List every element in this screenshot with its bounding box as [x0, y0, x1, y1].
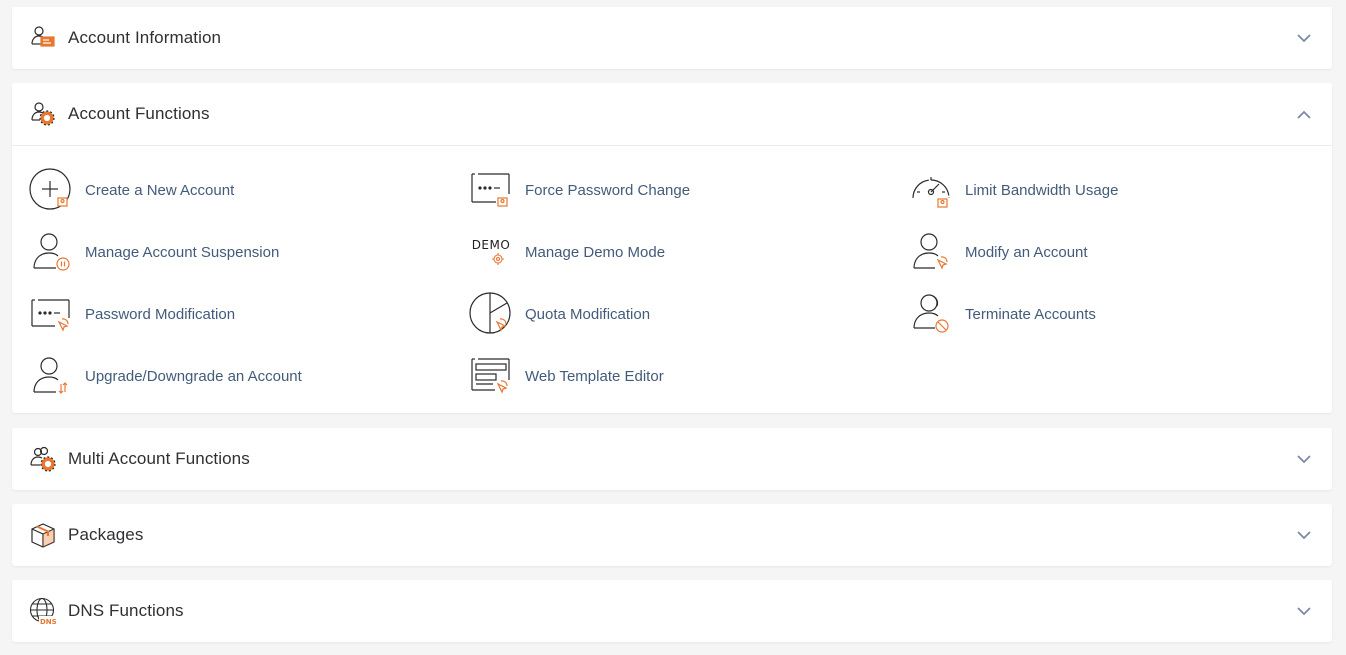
item-label: Force Password Change [525, 181, 691, 199]
item-label: Upgrade/Downgrade an Account [85, 367, 302, 385]
web-template-editor-icon [469, 354, 513, 398]
manage-demo-mode-link[interactable]: DEMO Manage Demo Mode [469, 230, 665, 274]
quota-pie-icon [469, 292, 513, 336]
item-label: Web Template Editor [525, 367, 664, 385]
account-information-panel: Account Information [12, 7, 1332, 69]
dns-functions-panel: DNS DNS Functions [12, 580, 1332, 642]
create-new-account-link[interactable]: Create a New Account [29, 168, 234, 212]
item-label: Password Modification [85, 305, 236, 323]
account-functions-header[interactable]: Account Functions [12, 83, 1332, 145]
item-label: Manage Account Suspension [85, 243, 280, 261]
account-information-icon [29, 24, 57, 52]
password-modification-icon [29, 292, 73, 336]
web-template-editor-link[interactable]: Web Template Editor [469, 354, 664, 398]
section-title: Packages [68, 525, 144, 544]
chevron-up-icon[interactable] [1296, 106, 1312, 122]
multi-account-functions-panel: Multi Account Functions [12, 428, 1332, 490]
upgrade-downgrade-account-link[interactable]: Upgrade/Downgrade an Account [29, 354, 302, 398]
modify-account-link[interactable]: Modify an Account [909, 230, 1088, 274]
chevron-down-icon[interactable] [1296, 30, 1312, 46]
account-functions-panel: Account Functions Create a New Account M… [12, 83, 1332, 413]
packages-header[interactable]: Packages [12, 504, 1332, 566]
force-password-change-icon [469, 168, 513, 212]
account-functions-list: Create a New Account Manage Account Susp… [12, 145, 1332, 413]
item-label: Modify an Account [965, 243, 1088, 261]
item-label: Create a New Account [85, 181, 235, 199]
section-title: Account Information [68, 28, 222, 47]
demo-mode-icon: DEMO [469, 230, 513, 274]
force-password-change-link[interactable]: Force Password Change [469, 168, 690, 212]
section-title: Multi Account Functions [68, 449, 250, 468]
account-information-header[interactable]: Account Information [12, 7, 1332, 69]
dns-icon-text: DNS [40, 618, 57, 626]
item-label: Quota Modification [525, 305, 651, 323]
packages-panel: Packages [12, 504, 1332, 566]
upgrade-downgrade-icon [29, 354, 73, 398]
dns-functions-header[interactable]: DNS DNS Functions [12, 580, 1332, 642]
limit-bandwidth-usage-link[interactable]: Limit Bandwidth Usage [909, 168, 1118, 212]
item-label: Terminate Accounts [965, 305, 1096, 323]
package-box-icon [29, 521, 57, 549]
dns-globe-icon: DNS [29, 597, 57, 626]
section-title: DNS Functions [68, 601, 184, 620]
demo-icon-text: DEMO [471, 238, 511, 252]
chevron-down-icon[interactable] [1296, 603, 1312, 619]
multi-account-functions-icon [29, 445, 57, 473]
section-title: Account Functions [68, 104, 210, 123]
terminate-accounts-icon [909, 292, 953, 336]
chevron-down-icon[interactable] [1296, 527, 1312, 543]
terminate-accounts-link[interactable]: Terminate Accounts [909, 292, 1096, 336]
create-account-plus-icon [29, 168, 73, 212]
item-label: Manage Demo Mode [525, 243, 666, 261]
password-modification-link[interactable]: Password Modification [29, 292, 235, 336]
chevron-down-icon[interactable] [1296, 451, 1312, 467]
item-label: Limit Bandwidth Usage [965, 181, 1119, 199]
account-suspension-icon [29, 230, 73, 274]
manage-account-suspension-link[interactable]: Manage Account Suspension [29, 230, 279, 274]
modify-account-icon [909, 230, 953, 274]
multi-account-functions-header[interactable]: Multi Account Functions [12, 428, 1332, 490]
account-functions-icon [29, 100, 57, 128]
quota-modification-link[interactable]: Quota Modification [469, 292, 650, 336]
bandwidth-gauge-icon [909, 168, 953, 212]
